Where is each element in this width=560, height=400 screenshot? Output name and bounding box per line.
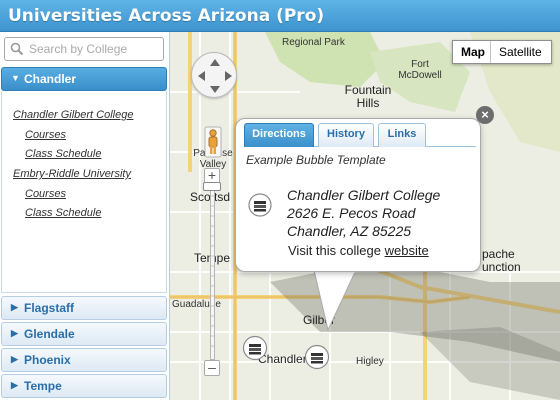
college-name: Chandler Gilbert College <box>287 187 441 203</box>
search-icon <box>10 42 24 56</box>
section-label: Flagstaff <box>24 301 75 315</box>
search-box[interactable] <box>4 37 164 61</box>
visit-text: Visit this college website <box>288 243 429 258</box>
street-view-pegman-icon[interactable] <box>204 126 222 158</box>
section-chandler[interactable]: ▼ Chandler <box>1 67 167 91</box>
section-phoenix[interactable]: ▶ Phoenix <box>1 348 167 372</box>
section-label: Tempe <box>24 379 62 393</box>
pan-right-icon[interactable] <box>225 71 232 81</box>
class-schedule-link[interactable]: Class Schedule <box>25 207 101 219</box>
zoom-out-button[interactable]: – <box>204 360 220 376</box>
section-label: Chandler <box>24 72 77 86</box>
chevron-right-icon: ▶ <box>11 328 18 338</box>
college-marker-icon[interactable] <box>304 344 330 370</box>
college-marker-icon[interactable] <box>242 335 268 361</box>
map-label-regional-park: Regional Park <box>282 37 345 48</box>
chevron-right-icon: ▶ <box>11 380 18 390</box>
map-label-fountain-hills: Fountain Hills <box>344 83 392 110</box>
college-link-chandler-gilbert[interactable]: Chandler Gilbert College <box>13 109 133 121</box>
section-tempe[interactable]: ▶ Tempe <box>1 374 167 398</box>
zoom-slider-track[interactable] <box>210 185 215 360</box>
visit-prefix: Visit this college <box>288 243 381 258</box>
website-link[interactable]: website <box>385 243 429 258</box>
section-label: Glendale <box>24 327 75 341</box>
address-line-1: 2626 E. Pecos Road <box>287 205 416 221</box>
map-label-higley: Higley <box>356 356 384 367</box>
satellite-view-button[interactable]: Satellite <box>491 41 551 63</box>
map-label-fort-mcdowell: Fort McDowell <box>398 59 442 81</box>
info-bubble: Directions History Links Example Bubble … <box>235 118 481 272</box>
pan-up-icon[interactable] <box>210 59 220 66</box>
pan-left-icon[interactable] <box>198 71 205 81</box>
section-label: Phoenix <box>24 353 71 367</box>
college-icon <box>248 193 272 217</box>
tab-directions[interactable]: Directions <box>244 123 314 147</box>
tab-history[interactable]: History <box>318 123 374 147</box>
tab-links[interactable]: Links <box>378 123 426 147</box>
app-header: Universities Across Arizona (Pro) <box>0 0 560 32</box>
class-schedule-link[interactable]: Class Schedule <box>25 148 101 160</box>
courses-link[interactable]: Courses <box>25 188 66 200</box>
chevron-right-icon: ▶ <box>11 302 18 312</box>
section-glendale[interactable]: ▶ Glendale <box>1 322 167 346</box>
chevron-right-icon: ▶ <box>11 354 18 364</box>
map-label-apache-junction: pache unction <box>482 247 521 274</box>
map-type-control: Map Satellite <box>452 40 552 64</box>
chandler-college-list: Chandler Gilbert College Courses Class S… <box>1 91 167 293</box>
chevron-down-icon: ▼ <box>11 73 20 83</box>
sidebar: ▼ Chandler Chandler Gilbert College Cour… <box>0 32 170 400</box>
bubble-tab-bar: Directions History Links <box>244 123 476 147</box>
map-view-button[interactable]: Map <box>453 41 491 63</box>
address-line-2: Chandler, AZ 85225 <box>287 223 412 239</box>
section-flagstaff[interactable]: ▶ Flagstaff <box>1 296 167 320</box>
pan-down-icon[interactable] <box>210 86 220 93</box>
bubble-template-label: Example Bubble Template <box>246 153 386 167</box>
pan-control[interactable] <box>191 52 237 98</box>
courses-link[interactable]: Courses <box>25 129 66 141</box>
close-icon[interactable]: × <box>476 106 494 124</box>
zoom-slider-handle[interactable] <box>203 182 221 191</box>
search-input[interactable] <box>29 41 159 57</box>
app-title: Universities Across Arizona (Pro) <box>8 6 325 26</box>
bubble-pointer <box>313 270 357 332</box>
college-link-embry-riddle[interactable]: Embry-Riddle University <box>13 168 131 180</box>
